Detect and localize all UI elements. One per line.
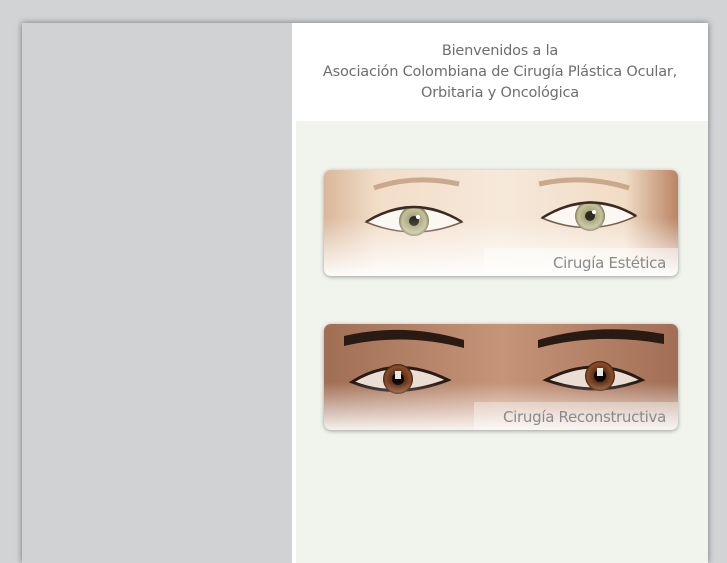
reconstructive-surgery-label: Cirugía Reconstructiva [502,408,666,426]
welcome-line-1: Bienvenidos a la [441,43,559,59]
welcome-header: Bienvenidos a la Asociación Colombiana d… [292,23,708,121]
content-area: Cirugía Estética Cirugía Reconstructiva [296,121,708,563]
association-name-line-1: Asociación Colombiana de Cirugía Plástic… [322,64,678,80]
reconstructive-surgery-link[interactable]: Cirugía Reconstructiva [324,324,678,430]
left-sidebar-panel [22,23,292,563]
aesthetic-surgery-link[interactable]: Cirugía Estética [324,170,678,276]
aesthetic-surgery-label: Cirugía Estética [552,254,666,272]
main-panel: Bienvenidos a la Asociación Colombiana d… [292,23,708,563]
association-name-line-2: Orbitaria y Oncológica [421,85,579,101]
page-frame: Bienvenidos a la Asociación Colombiana d… [22,23,708,563]
